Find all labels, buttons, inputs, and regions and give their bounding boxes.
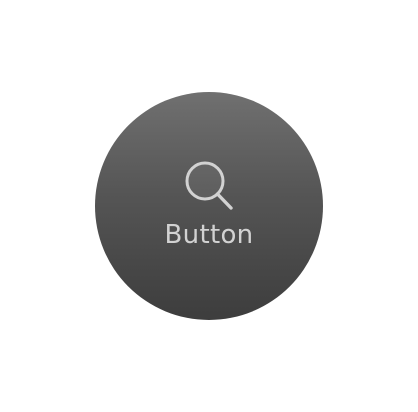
button-label: Button (164, 220, 254, 250)
canvas: Button (0, 0, 418, 412)
search-icon (185, 161, 233, 210)
search-button[interactable]: Button (95, 92, 323, 320)
